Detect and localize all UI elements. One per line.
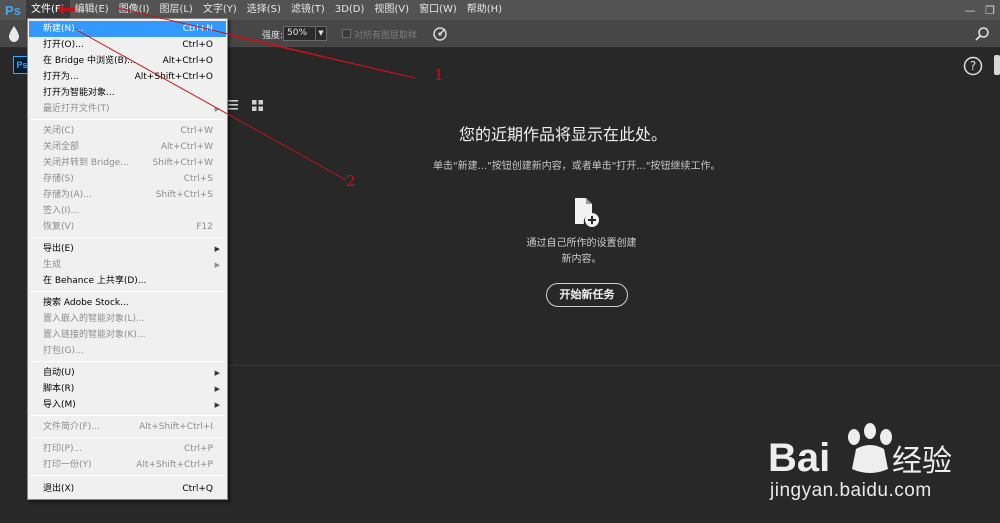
menu-separator [31,119,224,120]
watermark-brand-suffix: 经验 [892,444,952,479]
blur-tool-icon[interactable] [6,25,22,43]
menu-item-place-embedded[interactable]: 置入嵌入的智能对象(L)... [29,311,226,327]
menu-item-check-in[interactable]: 签入(I)... [29,203,226,219]
menu-item-exit[interactable]: 退出(X) Ctrl+Q [29,481,226,497]
menu-item-print-one-copy[interactable]: 打印一份(Y) Alt+Shift+Ctrl+P [29,457,226,473]
menu-item-recent-files[interactable]: 最近打开文件(T) ▶ [29,101,226,117]
menu-filter[interactable]: 滤镜(T) [286,0,330,20]
menu-separator [31,437,224,438]
menu-item-scripts[interactable]: 脚本(R) ▶ [29,381,226,397]
search-icon[interactable] [974,26,990,42]
new-document-description: 通过自己所作的设置创建 新内容。 [514,236,649,268]
restore-button[interactable]: ❐ [980,0,1000,20]
strength-select[interactable]: 50% ▼ [283,26,327,41]
recent-work-heading: 您的近期作品将显示在此处。 [459,125,668,144]
menu-item-close-all[interactable]: 关闭全部 Alt+Ctrl+W [29,139,226,155]
annotation-number-2: 2 [346,172,356,190]
menu-item-search-adobe-stock[interactable]: 搜索 Adobe Stock... [29,295,226,311]
menu-help[interactable]: 帮助(H) [462,0,507,20]
menu-item-new[interactable]: 新建(N)... Ctrl+N [29,21,226,37]
window-controls: — ❐ [960,0,1000,20]
menu-layer[interactable]: 图层(L) [154,0,197,20]
menu-item-generate[interactable]: 生成 ▶ [29,257,226,273]
new-desc-line1: 通过自己所作的设置创建 [526,238,637,249]
strength-label: 强度: [262,31,284,41]
annotation-number-1: 1 [434,66,444,84]
menu-item-save[interactable]: 存储(S) Ctrl+S [29,171,226,187]
menu-file[interactable]: 文件(F) [26,0,70,20]
section-divider [227,365,1000,366]
menu-item-print[interactable]: 打印(P)... Ctrl+P [29,441,226,457]
menu-image[interactable]: 图像(I) [114,0,155,20]
menu-item-file-info[interactable]: 文件简介(F)... Alt+Shift+Ctrl+I [29,419,226,435]
pressure-icon[interactable] [432,26,448,42]
menu-item-automate[interactable]: 自动(U) ▶ [29,365,226,381]
menu-item-revert[interactable]: 恢复(V) F12 [29,219,226,235]
menu-item-share-behance[interactable]: 在 Behance 上共享(D)... [29,273,226,289]
menu-item-place-linked[interactable]: 置入链接的智能对象(K)... [29,327,226,343]
menu-separator [31,237,224,238]
menu-select[interactable]: 选择(S) [242,0,286,20]
strength-value: 50% [287,28,308,38]
menu-item-import[interactable]: 导入(M) ▶ [29,397,226,413]
chevron-down-icon: ▼ [315,27,326,40]
submenu-arrow-icon: ▶ [214,385,220,393]
new-document-icon[interactable] [573,197,601,229]
submenu-arrow-icon: ▶ [214,245,220,253]
menu-item-browse-bridge[interactable]: 在 Bridge 中浏览(B)... Alt+Ctrl+O [29,53,226,69]
submenu-arrow-icon: ▶ [214,105,220,113]
menu-window[interactable]: 窗口(W) [414,0,462,20]
sample-all-layers-checkbox[interactable] [342,29,351,38]
new-desc-line2: 新内容。 [561,254,602,265]
submenu-arrow-icon: ▶ [214,261,220,269]
help-icon[interactable]: ? [963,56,983,76]
menu-separator [31,291,224,292]
menu-bar: Ps 文件(F) 编辑(E) 图像(I) 图层(L) 文字(Y) 选择(S) 滤… [0,0,1000,20]
submenu-arrow-icon: ▶ [214,369,220,377]
file-menu-dropdown: 新建(N)... Ctrl+N 打开(O)... Ctrl+O 在 Bridge 中… [27,18,228,500]
menu-item-open-smart-object[interactable]: 打开为智能对象... [29,85,226,101]
menu-edit[interactable]: 编辑(E) [70,0,114,20]
menu-3d[interactable]: 3D(D) [330,0,370,20]
menu-item-close-go-bridge[interactable]: 关闭并转到 Bridge... Shift+Ctrl+W [29,155,226,171]
menu-separator [31,361,224,362]
help-glyph: ? [970,59,976,73]
menu-item-open-as[interactable]: 打开为... Alt+Shift+Ctrl+O [29,69,226,85]
menu-item-open[interactable]: 打开(O)... Ctrl+O [29,37,226,53]
menu-separator [31,475,224,476]
watermark-url: jingyan.baidu.com [770,480,932,501]
side-scrollbar[interactable] [994,55,1000,75]
menu-view[interactable]: 视图(V) [369,0,414,20]
menu-item-close[interactable]: 关闭(C) Ctrl+W [29,123,226,139]
photoshop-logo: Ps [5,2,21,18]
watermark-brand-text: Bai [768,436,830,480]
recent-work-subtext: 单击"新建..."按钮创建新内容，或者单击"打开..."按钮继续工作。 [433,161,721,172]
grid-view-icon[interactable] [252,100,263,111]
submenu-arrow-icon: ▶ [214,401,220,409]
minimize-button[interactable]: — [960,0,980,20]
menu-item-save-as[interactable]: 存储为(A)... Shift+Ctrl+S [29,187,226,203]
start-new-task-button[interactable]: 开始新任务 [546,283,628,307]
menu-type[interactable]: 文字(Y) [198,0,242,20]
menu-separator [31,415,224,416]
menu-item-export[interactable]: 导出(E) ▶ [29,241,226,257]
sample-all-layers-label: 对所有图层取样 [354,31,418,41]
menu-item-package[interactable]: 打包(G)... [29,343,226,359]
